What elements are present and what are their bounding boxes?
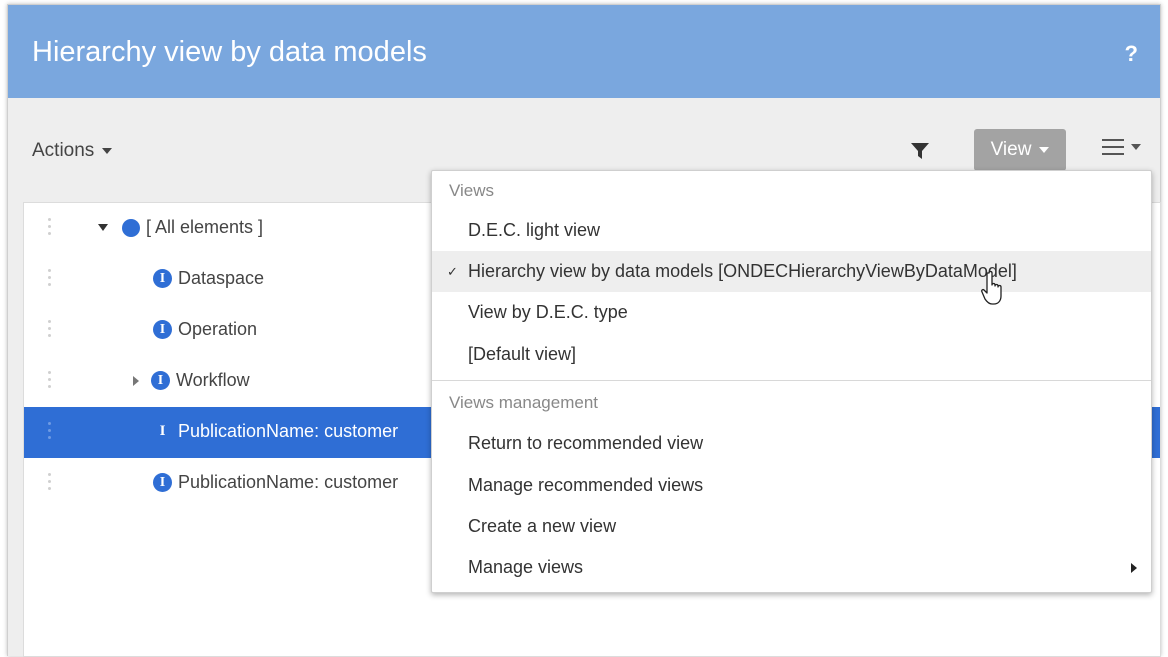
menu-divider bbox=[432, 380, 1151, 381]
view-option-by-dec-type[interactable]: View by D.E.C. type bbox=[432, 292, 1151, 333]
view-option-hierarchy[interactable]: ✓ Hierarchy view by data models [ONDECHi… bbox=[432, 251, 1151, 292]
drag-handle-icon[interactable] bbox=[48, 320, 52, 342]
hand-pointer-icon bbox=[981, 270, 1002, 305]
actions-label: Actions bbox=[32, 140, 95, 161]
view-button[interactable]: View bbox=[974, 129, 1066, 171]
menu-item-label: [Default view] bbox=[468, 344, 577, 364]
view-option-dec-light[interactable]: D.E.C. light view bbox=[432, 210, 1151, 251]
checkmark-icon: ✓ bbox=[447, 263, 458, 279]
menu-item-label: Hierarchy view by data models [ONDECHier… bbox=[468, 261, 1017, 281]
menu-item-label: Return to recommended view bbox=[468, 433, 704, 453]
info-icon: I bbox=[153, 269, 172, 288]
menu-item-label: D.E.C. light view bbox=[468, 220, 601, 240]
menu-item-label: Manage views bbox=[468, 557, 584, 577]
page-header: Hierarchy view by data models ? bbox=[8, 5, 1160, 98]
options-menu-button[interactable] bbox=[1102, 138, 1141, 156]
tree-row-label: Operation bbox=[178, 319, 258, 339]
caret-down-icon bbox=[102, 148, 113, 154]
drag-handle-icon[interactable] bbox=[48, 269, 52, 291]
filter-icon[interactable] bbox=[910, 141, 930, 161]
all-elements-icon bbox=[122, 218, 140, 237]
hamburger-menu-icon bbox=[1102, 139, 1124, 155]
caret-down-icon bbox=[1039, 147, 1050, 153]
expand-toggle-icon[interactable] bbox=[133, 375, 139, 386]
return-to-recommended-view[interactable]: Return to recommended view bbox=[432, 423, 1151, 464]
tree-row-label: [ All elements ] bbox=[146, 217, 264, 237]
chevron-right-icon bbox=[1131, 562, 1137, 573]
info-icon: I bbox=[151, 371, 170, 390]
tree-row-label: Workflow bbox=[176, 370, 250, 390]
caret-down-icon bbox=[1131, 144, 1141, 150]
menu-item-label: Manage recommended views bbox=[468, 475, 704, 495]
info-icon: I bbox=[153, 320, 172, 339]
views-section-title: Views bbox=[449, 181, 495, 200]
page-title: Hierarchy view by data models bbox=[32, 36, 427, 68]
drag-handle-icon[interactable] bbox=[48, 473, 52, 495]
manage-recommended-views[interactable]: Manage recommended views bbox=[432, 465, 1151, 506]
expand-toggle-icon[interactable] bbox=[98, 224, 108, 231]
view-button-label: View bbox=[990, 139, 1032, 160]
view-dropdown-menu: Views D.E.C. light view ✓ Hierarchy view… bbox=[431, 170, 1152, 593]
actions-menu-button[interactable]: Actions bbox=[32, 140, 113, 162]
menu-item-label: View by D.E.C. type bbox=[468, 302, 628, 322]
manage-views[interactable]: Manage views bbox=[432, 547, 1151, 588]
views-management-title: Views management bbox=[449, 393, 598, 412]
drag-handle-icon[interactable] bbox=[48, 218, 52, 240]
tree-row-label: Dataspace bbox=[178, 268, 265, 288]
info-icon: I bbox=[153, 473, 172, 492]
drag-handle-icon[interactable] bbox=[48, 422, 52, 444]
help-icon[interactable]: ? bbox=[1125, 41, 1138, 67]
info-icon: I bbox=[159, 423, 166, 439]
tree-row-label: PublicationName: customer bbox=[178, 472, 399, 492]
tree-row-label: PublicationName: customer bbox=[178, 421, 399, 441]
drag-handle-icon[interactable] bbox=[48, 371, 52, 393]
create-new-view[interactable]: Create a new view bbox=[432, 506, 1151, 547]
view-option-default[interactable]: [Default view] bbox=[432, 334, 1151, 375]
menu-item-label: Create a new view bbox=[468, 516, 617, 536]
